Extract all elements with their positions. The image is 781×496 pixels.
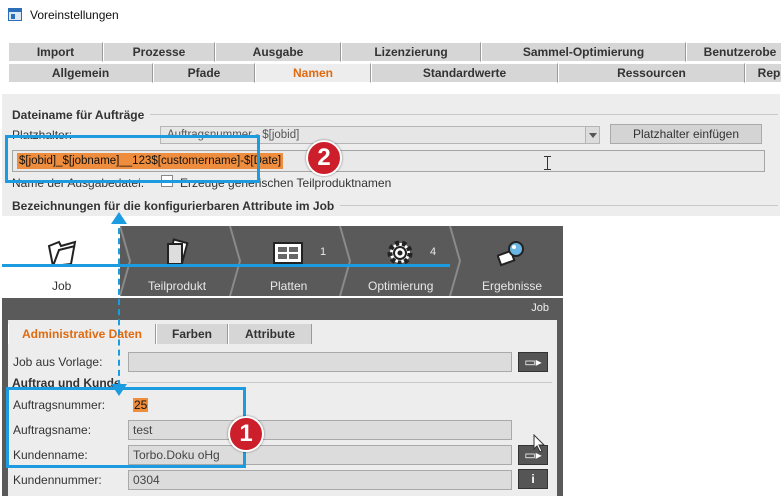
step-job-label: Job — [52, 279, 72, 293]
template-browse-button[interactable]: ▭▸ — [518, 352, 548, 372]
step-divider — [339, 226, 352, 296]
job-panel-caption: Job — [531, 302, 549, 314]
template-job-input[interactable] — [128, 352, 512, 372]
step-divider — [449, 226, 462, 296]
tab-row-secondary: Allgemein Pfade Namen Standardwerte Ressourc… — [8, 63, 781, 83]
tab-standardwerte[interactable]: Standardwerte — [371, 63, 558, 83]
fields-highlight-box — [6, 387, 246, 468]
section-divider — [150, 114, 778, 115]
step-optimization-label: Optimierung — [368, 279, 434, 293]
step-results-label: Ergebnisse — [482, 279, 543, 293]
tab-ressourcen[interactable]: Ressourcen — [558, 63, 745, 83]
step-subproduct-label: Teilprodukt — [148, 279, 207, 293]
template-highlight-box — [5, 135, 260, 183]
tab-allgemein[interactable]: Allgemein — [8, 63, 153, 83]
customer-number-label: Kundennummer: — [13, 473, 102, 487]
step-plates[interactable]: 1 Platten — [240, 226, 340, 296]
template-job-label: Job aus Vorlage: — [13, 355, 103, 369]
tab-colors[interactable]: Farben — [156, 324, 228, 344]
monitor-icon: ▭▸ — [524, 355, 542, 369]
callout-badge-one: 1 — [228, 416, 264, 452]
window-title: Voreinstellungen — [30, 8, 119, 22]
tab-prozesse[interactable]: Prozesse — [103, 42, 215, 62]
section-divider — [338, 205, 778, 206]
step-plates-label: Platten — [270, 279, 308, 293]
attributes-section-title: Bezeichnungen für die konfigurierbaren A… — [12, 199, 341, 213]
step-results[interactable]: Ergebnisse — [460, 226, 563, 296]
step-plates-count: 1 — [320, 246, 327, 258]
preferences-dialog: Import Prozesse Ausgabe Lizenzierung Sammel-… — [0, 32, 781, 496]
mouse-pointer-icon — [533, 434, 546, 453]
step-divider — [229, 226, 242, 296]
callout-badge-two: 2 — [306, 140, 342, 176]
tab-rep[interactable]: Rep — [745, 63, 781, 83]
filename-section-title: Dateiname für Aufträge — [12, 108, 151, 122]
title-bar: Voreinstellungen — [0, 0, 781, 32]
customer-number-input[interactable]: 0304 — [128, 470, 512, 490]
step-divider — [119, 226, 132, 296]
workflow-steps: Job Teilprodukt 1 Platten 4 Optimierung — [2, 226, 563, 296]
arrow-down-icon — [111, 384, 127, 396]
tab-namen[interactable]: Namen — [255, 63, 371, 83]
step-optimization[interactable]: 4 Optimierung — [350, 226, 450, 296]
section-divider — [124, 382, 552, 383]
info-icon: i — [531, 472, 535, 486]
text-cursor-icon — [544, 156, 551, 170]
connector-dashed-line — [118, 218, 120, 386]
step-job[interactable]: Job — [2, 226, 120, 296]
job-subtabs: Administrative Daten Farben Attribute — [8, 324, 312, 344]
tab-import[interactable]: Import — [8, 42, 103, 62]
chevron-down-icon[interactable] — [585, 127, 599, 143]
insert-placeholder-button[interactable]: Platzhalter einfügen — [610, 124, 762, 144]
info-button[interactable]: i — [518, 469, 548, 489]
tab-row-primary: Import Prozesse Ausgabe Lizenzierung Sammel-… — [8, 42, 781, 62]
tab-benutzerobe[interactable]: Benutzerobe — [686, 42, 781, 62]
tab-pfade[interactable]: Pfade — [153, 63, 255, 83]
tab-administrative-data[interactable]: Administrative Daten — [8, 324, 156, 344]
step-optimization-count: 4 — [430, 246, 437, 258]
magnifier-icon — [492, 238, 532, 268]
arrow-up-icon — [111, 212, 127, 224]
app-window-icon — [8, 8, 22, 21]
workflow-highlight-line — [2, 264, 450, 267]
tab-sammel-optimierung[interactable]: Sammel-Optimierung — [481, 42, 686, 62]
tab-ausgabe[interactable]: Ausgabe — [215, 42, 341, 62]
step-subproduct[interactable]: Teilprodukt — [130, 226, 230, 296]
tab-lizenzierung[interactable]: Lizenzierung — [341, 42, 481, 62]
tab-attributes[interactable]: Attribute — [228, 324, 312, 344]
